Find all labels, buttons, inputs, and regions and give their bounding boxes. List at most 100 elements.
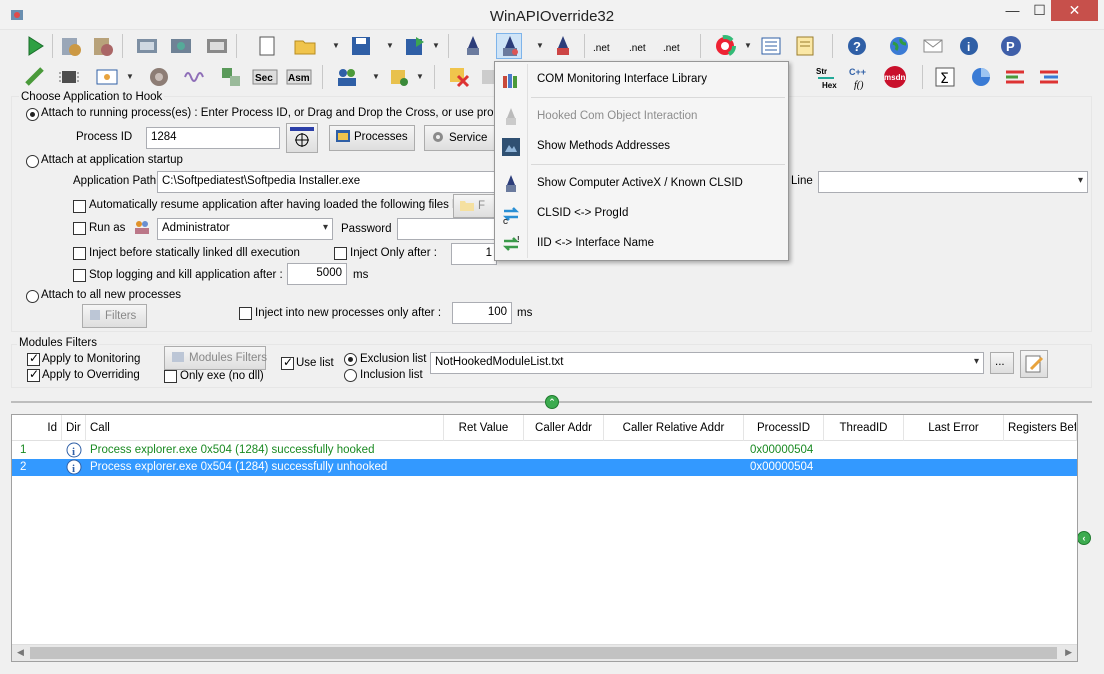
app-path-input[interactable]: C:\Softpediatest\Softpedia Installer.exe — [157, 171, 497, 193]
stop-logging-checkbox[interactable] — [73, 269, 86, 282]
col-caller-addr[interactable]: Caller Addr — [524, 415, 604, 441]
menu-item-com-monitoring-library[interactable]: COM Monitoring Interface Library — [497, 67, 786, 93]
command-line-combo[interactable]: ▾ — [818, 171, 1088, 193]
use-list-checkbox[interactable] — [281, 355, 294, 370]
services-button[interactable]: Service — [424, 125, 496, 151]
cpp-demangle-icon[interactable]: C++ f() — [848, 64, 874, 91]
compare-icon[interactable] — [218, 64, 244, 90]
edit-list-button[interactable] — [1020, 350, 1048, 378]
inject-static-checkbox[interactable] — [73, 247, 86, 260]
com-hooks-icon[interactable] — [550, 33, 576, 59]
horizontal-scrollbar[interactable]: ◀ ▶ — [12, 644, 1077, 661]
users-dropdown-icon[interactable]: ▼ — [372, 73, 380, 81]
expand-side-panel-icon[interactable]: ‹ — [1077, 531, 1091, 545]
start-icon[interactable] — [22, 33, 48, 59]
color-dropdown-icon[interactable]: ▼ — [744, 42, 752, 50]
sec-icon[interactable]: Sec — [252, 64, 278, 90]
statistics-icon[interactable]: Σ — [932, 64, 958, 90]
table-row[interactable]: 2 i Process explorer.exe 0x504 (1284) su… — [12, 459, 1077, 476]
exclusion-list-radio[interactable] — [344, 353, 357, 366]
notes-icon[interactable] — [792, 33, 818, 59]
menu-item-iid-interface-name[interactable]: ! IID <-> Interface Name — [497, 231, 786, 257]
asm-icon[interactable]: Asm — [286, 64, 312, 90]
save-icon[interactable] — [348, 33, 374, 59]
scroll-left-icon[interactable]: ◀ — [17, 647, 24, 658]
list-view-icon[interactable] — [758, 33, 784, 59]
attach-all-radio[interactable] — [26, 290, 39, 303]
memory-icon[interactable] — [22, 64, 48, 90]
auto-resume-checkbox[interactable] — [73, 200, 86, 213]
color-wheel-icon[interactable] — [712, 33, 738, 59]
inject-only-after-checkbox[interactable] — [334, 247, 347, 260]
run-as-user-combo[interactable]: Administrator ▾ — [157, 218, 333, 240]
dotnet-wizard-icon[interactable]: .net — [662, 33, 688, 59]
plugins-icon[interactable] — [386, 64, 412, 90]
unload-overriding-icon[interactable] — [168, 33, 194, 59]
inclusion-list-radio[interactable] — [344, 369, 357, 382]
inject-new-after-checkbox[interactable] — [239, 307, 252, 320]
col-call[interactable]: Call — [86, 415, 444, 441]
com-tools-dropdown-icon[interactable]: ▼ — [536, 42, 544, 50]
password-input[interactable] — [397, 218, 497, 240]
open-dropdown-icon[interactable]: ▼ — [332, 42, 340, 50]
donate-icon[interactable]: P — [998, 33, 1024, 59]
scroll-right-icon[interactable]: ▶ — [1065, 647, 1072, 658]
col-registers-before[interactable]: Registers Befo — [1004, 415, 1077, 441]
monitoring-wizard-icon[interactable] — [204, 33, 230, 59]
load-monitoring-icon[interactable] — [58, 33, 84, 59]
mail-icon[interactable] — [920, 33, 946, 59]
process-memory-icon[interactable] — [146, 64, 172, 90]
open-folder-icon[interactable] — [292, 33, 318, 59]
minimize-button[interactable]: — — [999, 0, 1026, 21]
about-icon[interactable]: i — [956, 33, 982, 59]
kill-process-icon[interactable] — [446, 64, 472, 90]
export-icon[interactable] — [402, 33, 428, 59]
users-icon[interactable] — [334, 64, 360, 90]
stop-logging-input[interactable]: 5000 — [287, 263, 347, 285]
collapse-panel-icon[interactable]: ⌃ — [545, 395, 559, 409]
module-list-combo[interactable]: NotHookedModuleList.txt ▾ — [430, 352, 984, 374]
inject-only-after-input[interactable]: 1 — [451, 243, 497, 265]
col-caller-relative-addr[interactable]: Caller Relative Addr — [604, 415, 744, 441]
filters-button[interactable]: Filters — [82, 304, 147, 328]
load-overriding-icon[interactable] — [134, 33, 160, 59]
col-thread-id[interactable]: ThreadID — [824, 415, 904, 441]
waveform-icon[interactable] — [182, 64, 208, 90]
unload-monitoring-icon[interactable] — [90, 33, 116, 59]
maximize-button[interactable]: ☐ — [1026, 0, 1053, 21]
menu-item-clsid-progid[interactable]: C CLSID <-> ProgId — [497, 201, 786, 227]
msdn-icon[interactable]: msdn — [882, 64, 908, 90]
close-button[interactable]: ✕ — [1051, 0, 1098, 21]
chip-icon[interactable] — [56, 64, 82, 90]
col-last-error[interactable]: Last Error — [904, 415, 1004, 441]
menu-item-hooked-com-interaction[interactable]: Hooked Com Object Interaction — [497, 104, 786, 130]
log-table[interactable]: Id Dir Call Ret Value Caller Addr Caller… — [11, 414, 1078, 662]
dotnet-hooks-icon[interactable]: .net — [628, 33, 654, 59]
modules-filters-button[interactable]: Modules Filters — [164, 346, 267, 370]
col-process-id[interactable]: ProcessID — [744, 415, 824, 441]
export-dropdown-icon[interactable]: ▼ — [432, 42, 440, 50]
help-icon[interactable]: ? — [844, 33, 870, 59]
browse-button[interactable]: ... — [990, 352, 1014, 374]
string-hex-icon[interactable]: Str Hex — [814, 64, 840, 90]
color-lines-alt-icon[interactable] — [1036, 64, 1062, 90]
color-lines-icon[interactable] — [1002, 64, 1028, 90]
new-icon[interactable] — [254, 33, 280, 59]
run-as-checkbox[interactable] — [73, 222, 86, 235]
process-id-input[interactable]: 1284 — [146, 127, 280, 149]
menu-item-show-activex-clsid[interactable]: Show Computer ActiveX / Known CLSID — [497, 171, 786, 197]
processes-button[interactable]: Processes — [329, 125, 415, 151]
col-dir[interactable]: Dir — [62, 415, 86, 441]
col-id[interactable]: Id — [12, 415, 62, 441]
attach-startup-radio[interactable] — [26, 155, 39, 168]
pie-chart-icon[interactable] — [968, 64, 994, 90]
dotnet-icon[interactable]: .net — [592, 33, 618, 59]
inject-new-after-input[interactable]: 100 — [452, 302, 512, 324]
apply-monitoring-checkbox[interactable] — [27, 351, 40, 366]
apply-overriding-checkbox[interactable] — [27, 367, 40, 382]
web-icon[interactable] — [886, 33, 912, 59]
menu-item-show-methods-addresses[interactable]: Show Methods Addresses — [497, 134, 786, 160]
plugins-dropdown-icon[interactable]: ▼ — [416, 73, 424, 81]
scroll-thumb[interactable] — [30, 647, 1057, 659]
dialog-dropdown-icon[interactable]: ▼ — [126, 73, 134, 81]
